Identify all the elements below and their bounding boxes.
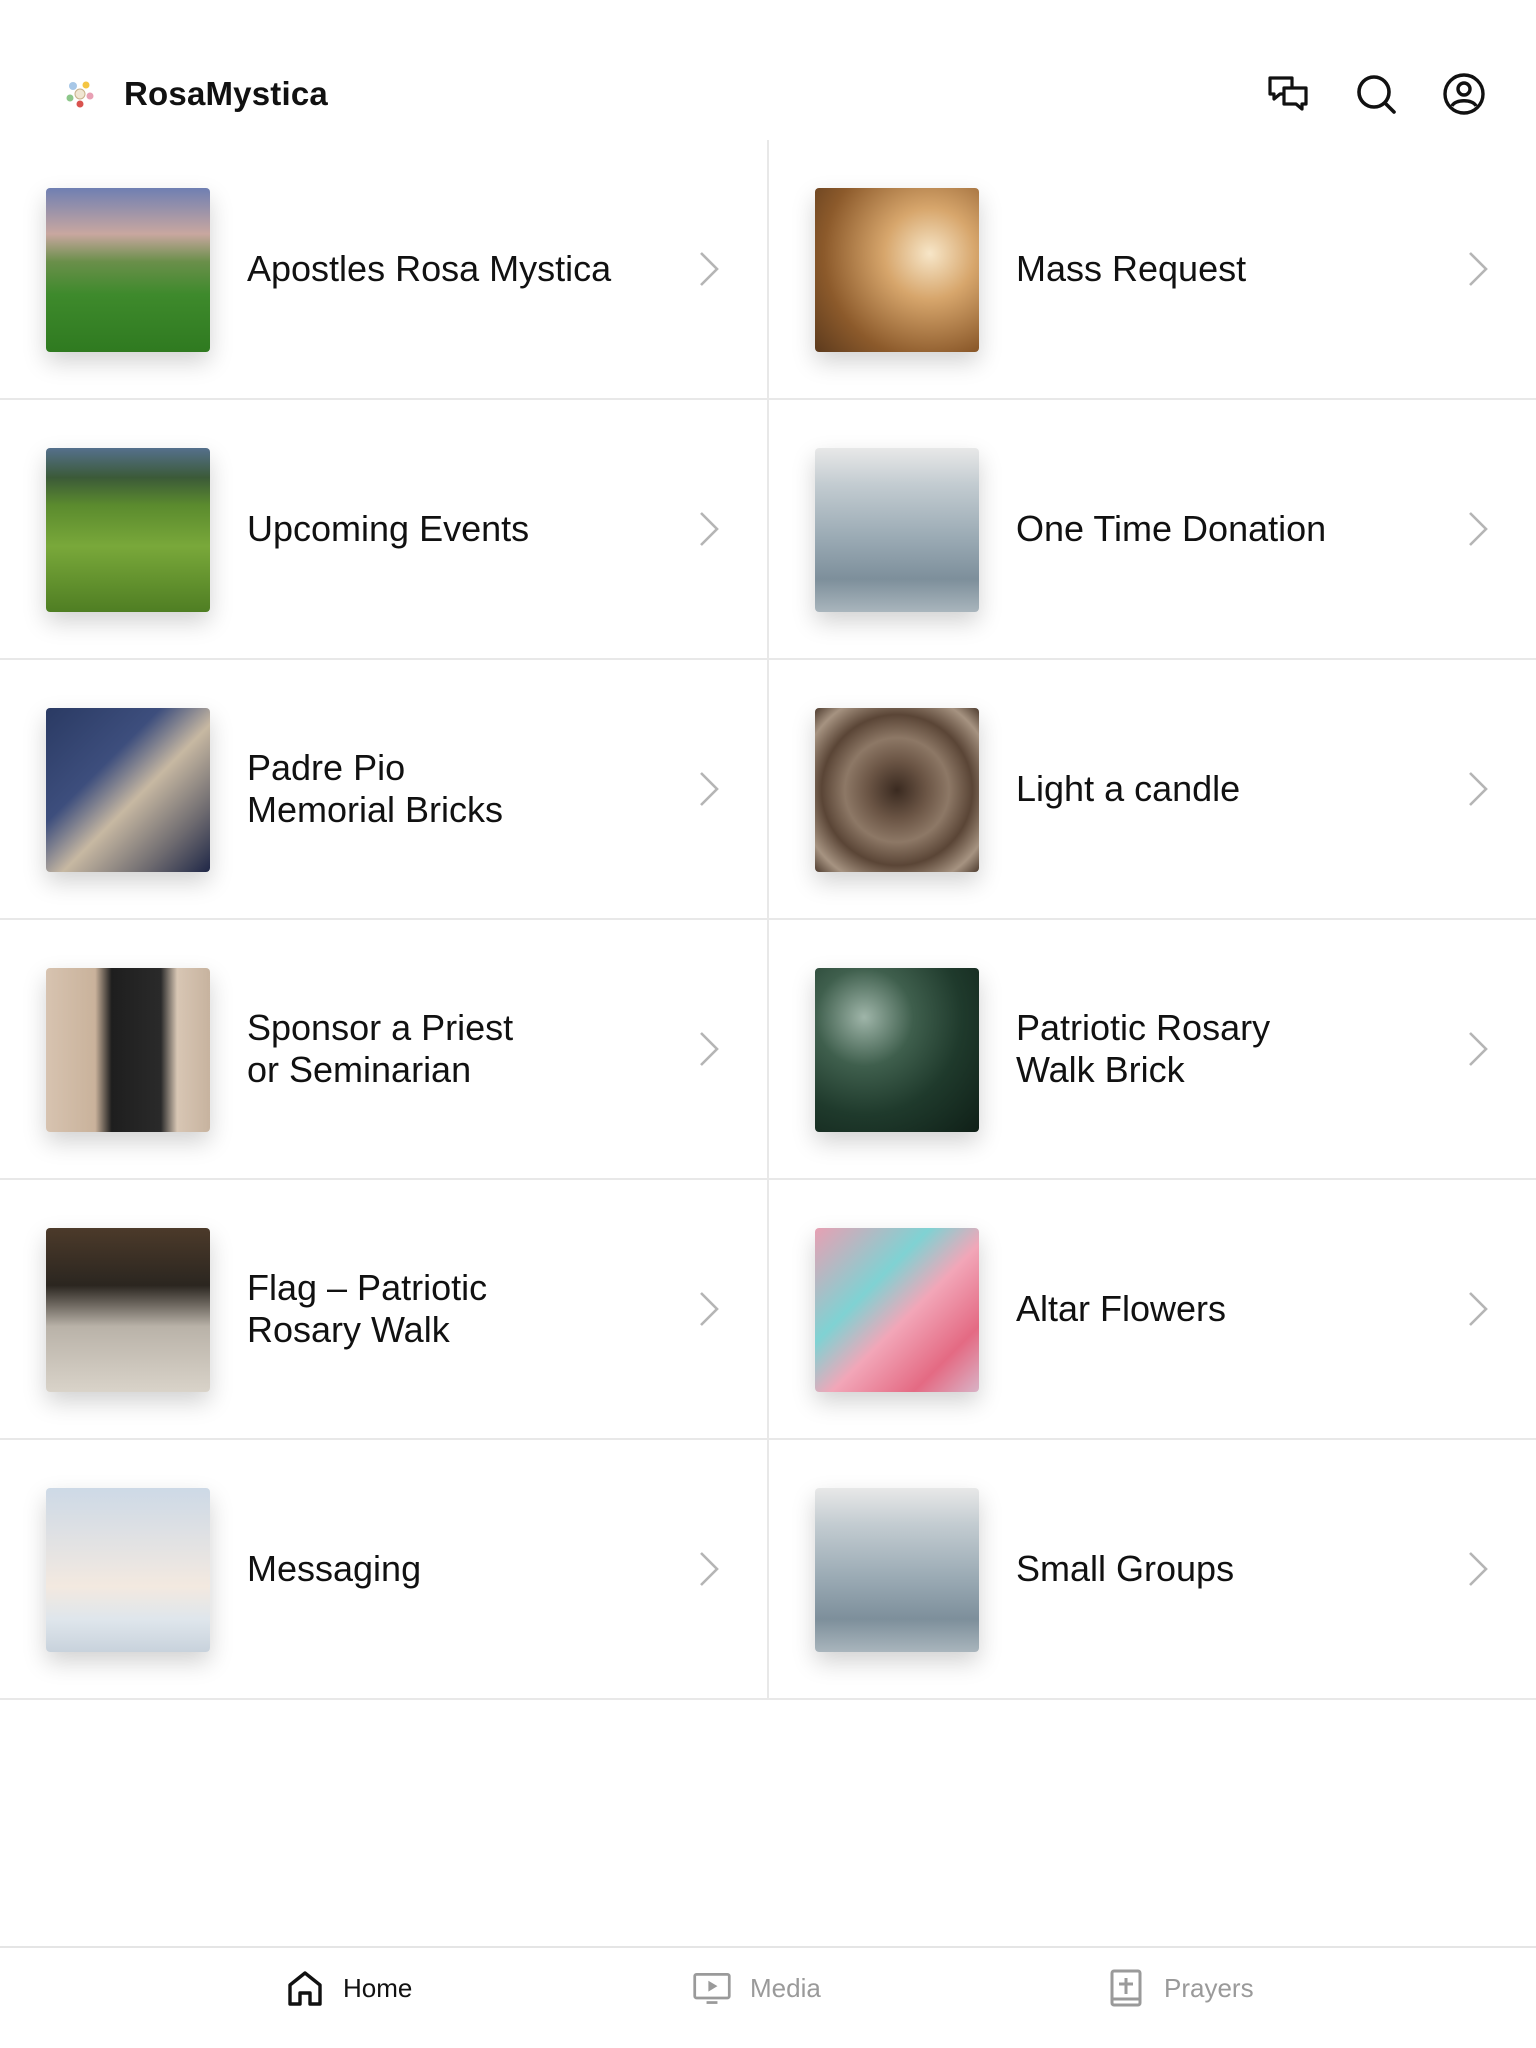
app-root: RosaMystica Apostles Rosa Mystica Mass R… bbox=[0, 0, 1536, 2048]
park-bench-walkway-image bbox=[46, 188, 210, 352]
chat-icon bbox=[1268, 76, 1308, 111]
chevron-right-icon bbox=[700, 1032, 719, 1066]
menu-item-label: Light a candle bbox=[1016, 768, 1241, 809]
app-title: RosaMystica bbox=[124, 75, 328, 112]
search-button[interactable] bbox=[1354, 72, 1398, 116]
account-icon bbox=[1443, 73, 1485, 115]
menu-item-patriotic-rosary-walk-brick[interactable]: Patriotic Rosary Walk Brick bbox=[769, 920, 1536, 1180]
chevron-right-icon bbox=[1469, 512, 1488, 546]
menu-item-label: Flag – Patriotic Rosary Walk bbox=[247, 1267, 488, 1350]
media-icon bbox=[693, 1972, 731, 2004]
menu-item-label: Sponsor a Priest or Seminarian bbox=[247, 1007, 514, 1090]
person-on-beach-image bbox=[46, 968, 210, 1132]
chevron-right-icon bbox=[700, 1552, 719, 1586]
menu-item-one-time-donation[interactable]: One Time Donation bbox=[769, 400, 1536, 660]
menu-grid: Apostles Rosa Mystica Mass Request Upcom… bbox=[0, 140, 1536, 1700]
open-bible-image bbox=[46, 708, 210, 872]
prayers-icon bbox=[1110, 1969, 1142, 2007]
menu-item-label: Mass Request bbox=[1016, 248, 1247, 289]
menu-item-light-a-candle[interactable]: Light a candle bbox=[769, 660, 1536, 920]
menu-item-upcoming-events[interactable]: Upcoming Events bbox=[0, 400, 769, 660]
tree-rings-image bbox=[815, 708, 979, 872]
menu-item-label: Patriotic Rosary Walk Brick bbox=[1016, 1007, 1271, 1090]
menu-item-label: Padre Pio Memorial Bricks bbox=[247, 747, 504, 830]
menu-item-label: Altar Flowers bbox=[1016, 1288, 1227, 1329]
chevron-right-icon bbox=[700, 252, 719, 286]
bottom-tab-bar: Home Media Prayers bbox=[0, 1946, 1536, 2048]
green-fields-image bbox=[46, 448, 210, 612]
chevron-right-icon bbox=[1469, 252, 1488, 286]
pink-fluid-art-image bbox=[815, 1228, 979, 1392]
menu-item-messaging[interactable]: Messaging bbox=[0, 1440, 769, 1700]
menu-item-mass-request[interactable]: Mass Request bbox=[769, 140, 1536, 400]
tab-label-media: Media bbox=[750, 1972, 821, 2003]
chat-button[interactable] bbox=[1266, 72, 1310, 116]
tab-label-prayers: Prayers bbox=[1164, 1972, 1254, 2003]
man-on-mountain-image bbox=[815, 448, 979, 612]
chevron-right-icon bbox=[1469, 772, 1488, 806]
tab-media[interactable]: Media bbox=[692, 1968, 821, 2008]
menu-item-sponsor-a-priest[interactable]: Sponsor a Priest or Seminarian bbox=[0, 920, 769, 1180]
brand[interactable]: RosaMystica bbox=[58, 72, 328, 116]
top-header: RosaMystica bbox=[0, 0, 1536, 140]
account-button[interactable] bbox=[1442, 72, 1486, 116]
menu-item-label: Messaging bbox=[247, 1548, 422, 1589]
menu-item-label: Upcoming Events bbox=[247, 508, 530, 549]
menu-item-small-groups[interactable]: Small Groups bbox=[769, 1440, 1536, 1700]
green-leaves-image bbox=[815, 968, 979, 1132]
rosa-mystica-logo-icon bbox=[64, 78, 96, 110]
chevron-right-icon bbox=[1469, 1552, 1488, 1586]
menu-item-padre-pio-memorial-bricks[interactable]: Padre Pio Memorial Bricks bbox=[0, 660, 769, 920]
chalice-and-book-image bbox=[815, 188, 979, 352]
search-icon bbox=[1357, 75, 1396, 114]
sky-clouds-image bbox=[46, 1488, 210, 1652]
tab-home[interactable]: Home bbox=[285, 1968, 412, 2008]
menu-item-label: One Time Donation bbox=[1016, 508, 1327, 549]
tab-label-home: Home bbox=[343, 1972, 413, 2003]
chevron-right-icon bbox=[700, 772, 719, 806]
chevron-right-icon bbox=[1469, 1292, 1488, 1326]
menu-item-altar-flowers[interactable]: Altar Flowers bbox=[769, 1180, 1536, 1440]
menu-item-flag-patriotic-rosary-walk[interactable]: Flag – Patriotic Rosary Walk bbox=[0, 1180, 769, 1440]
header-actions bbox=[1266, 72, 1486, 116]
chevron-right-icon bbox=[1469, 1032, 1488, 1066]
menu-item-label: Small Groups bbox=[1016, 1548, 1235, 1589]
home-icon bbox=[288, 1971, 322, 2006]
menu-item-apostles-rosa-mystica[interactable]: Apostles Rosa Mystica bbox=[0, 140, 769, 400]
chevron-right-icon bbox=[700, 1292, 719, 1326]
camera-on-table-image bbox=[46, 1228, 210, 1392]
man-on-mountain-image bbox=[815, 1488, 979, 1652]
tab-prayers[interactable]: Prayers bbox=[1106, 1968, 1254, 2008]
chevron-right-icon bbox=[700, 512, 719, 546]
menu-item-label: Apostles Rosa Mystica bbox=[247, 248, 612, 289]
